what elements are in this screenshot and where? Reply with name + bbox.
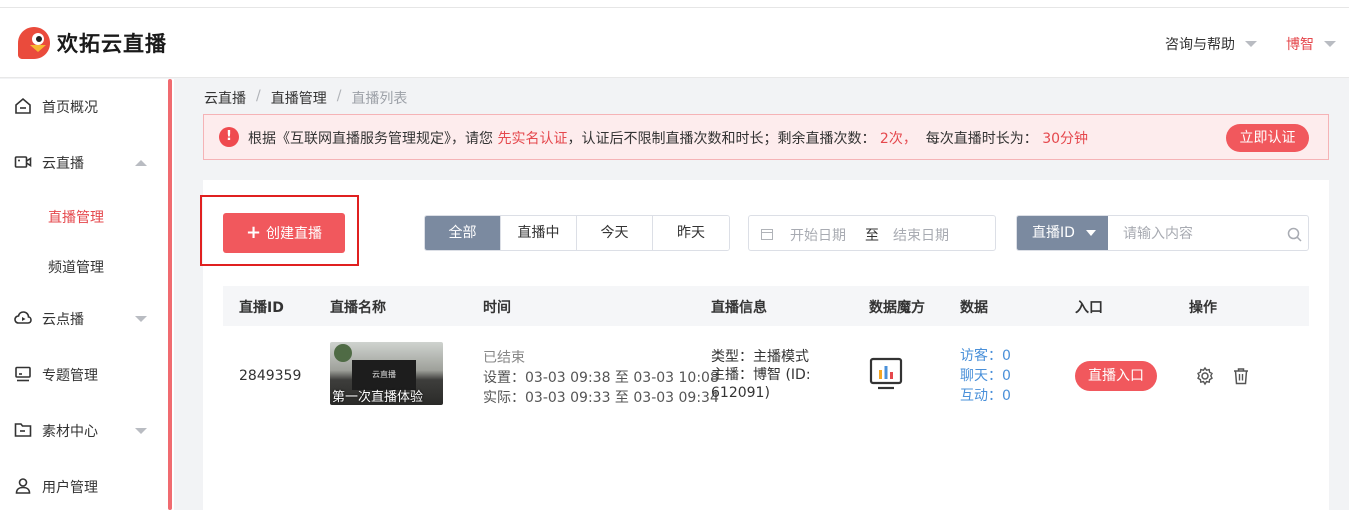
top-strip [0,0,1349,8]
table-row: 2849359 云直播 第一次直播体验 已结束 设置：03-03 09:38 至… [223,326,1309,426]
chats-count[interactable]: 聊天：0 [960,366,1011,386]
sidebar-item-home[interactable]: 首页概况 [0,91,166,121]
sidebar-item-label: 用户管理 [42,480,98,496]
date-range-separator: 至 [865,228,879,244]
column-header: 数据魔方 [869,300,925,316]
create-live-label: 创建直播 [266,226,323,242]
chevron-up-icon [135,160,147,166]
create-live-button[interactable]: + 创建直播 [223,213,345,253]
brand-name: 欢拓云直播 [57,32,167,56]
gear-icon[interactable] [1195,366,1215,386]
column-header: 入口 [1075,300,1103,316]
sidebar: 首页概况 云直播 直播管理 频道管理 云点播 专题管理 素材中心 用户管理 [0,79,166,510]
sidebar-item-label: 首页概况 [42,100,98,116]
remaining-count: 2次， [879,131,917,147]
filter-all[interactable]: 全部 [425,216,501,250]
brand-logo-icon [18,27,50,59]
live-status: 已结束 [483,350,525,366]
caret-down-icon [1086,230,1096,236]
duration-value: 30分钟 [1042,131,1089,147]
actual-time: 实际：03-03 09:33 至 03-03 09:34 [483,390,719,406]
data-cube-icon[interactable] [868,356,904,392]
filter-today[interactable]: 今天 [577,216,653,250]
live-host-id: 612091) [711,385,770,401]
folder-icon [14,423,32,437]
start-date-field[interactable]: 开始日期 [790,225,846,245]
end-date-field[interactable]: 结束日期 [893,225,949,245]
sidebar-subitem-live-manage[interactable]: 直播管理 [48,207,104,227]
column-header: 时间 [483,300,511,316]
search-field-select[interactable]: 直播ID [1017,216,1108,250]
filter-live[interactable]: 直播中 [501,216,577,250]
chevron-down-icon [135,428,147,434]
sidebar-item-materials[interactable]: 素材中心 [0,415,166,445]
user-icon [15,478,31,494]
breadcrumb: 云直播 / 直播管理 / 直播列表 [204,88,408,108]
notice-text: 根据《互联网直播服务管理规定》，请您 先实名认证，认证后不限制直播次数和时长；剩… [248,131,1089,147]
live-id: 2849359 [239,368,302,384]
breadcrumb-item[interactable]: 云直播 [204,88,246,108]
chevron-down-icon [135,316,147,322]
sidebar-item-vod[interactable]: 云点播 [0,303,166,333]
alert-icon: ! [219,127,239,147]
monitor-icon [15,366,31,382]
column-header: 直播信息 [711,300,767,316]
verify-now-button[interactable]: 立即认证 [1226,124,1309,152]
verification-notice: ! 根据《互联网直播服务管理规定》，请您 先实名认证，认证后不限制直播次数和时长… [203,114,1329,160]
live-stats: 访客：0 聊天：0 互动：0 [960,346,1011,406]
logo[interactable]: 欢拓云直播 [16,25,167,61]
date-filter-tabs: 全部 直播中 今天 昨天 [424,215,730,251]
search-icon[interactable] [1287,227,1302,242]
breadcrumb-item[interactable]: 直播管理 [271,88,327,108]
live-name: 第一次直播体验 [332,390,424,405]
sidebar-item-label: 云直播 [42,156,84,172]
chevron-down-icon [1324,41,1336,47]
plus-icon: + [245,222,262,243]
verify-link[interactable]: 先实名认证 [497,131,567,147]
search-input[interactable] [1123,224,1283,242]
live-type: 类型：主播模式 [711,349,809,365]
user-menu[interactable]: 博智 [1286,34,1336,54]
live-thumbnail[interactable]: 云直播 第一次直播体验 [330,342,443,405]
live-host: 主播：博智 (ID: [711,367,811,383]
live-info: 类型：主播模式 主播：博智 (ID: 612091) [711,348,821,402]
sidebar-item-label: 云点播 [42,312,84,328]
header: 欢拓云直播 咨询与帮助 博智 [0,8,1349,78]
live-entry-button[interactable]: 直播入口 [1075,361,1157,391]
sidebar-subitem-channel-manage[interactable]: 频道管理 [48,257,104,277]
calendar-icon [761,229,773,240]
trash-icon[interactable] [1231,366,1251,386]
video-camera-icon [14,156,32,168]
search-field-label: 直播ID [1032,225,1075,241]
search-box: 直播ID [1016,215,1309,251]
sidebar-item-users[interactable]: 用户管理 [0,471,166,501]
scheduled-time: 设置：03-03 09:38 至 03-03 10:08 [483,370,719,386]
sidebar-item-live[interactable]: 云直播 [0,147,166,177]
filter-yesterday[interactable]: 昨天 [653,216,729,250]
date-range-picker[interactable]: 开始日期 至 结束日期 [748,215,996,251]
breadcrumb-current: 直播列表 [351,91,408,107]
column-header: 操作 [1189,300,1217,316]
sidebar-item-label: 素材中心 [42,424,98,440]
column-header: 直播ID [239,300,284,316]
chevron-down-icon [1245,41,1257,47]
sidebar-scrollbar[interactable] [166,79,174,510]
help-label: 咨询与帮助 [1165,37,1235,53]
column-header: 数据 [960,300,988,316]
home-icon [15,97,31,114]
help-menu[interactable]: 咨询与帮助 [1165,34,1257,54]
cloud-play-icon [14,311,32,324]
visitors-count[interactable]: 访客：0 [960,346,1011,366]
column-header: 直播名称 [330,300,386,316]
live-time: 已结束 设置：03-03 09:38 至 03-03 10:08 实际：03-0… [483,348,719,408]
user-name: 博智 [1286,37,1314,53]
table-header: 直播ID 直播名称 时间 直播信息 数据魔方 数据 入口 操作 [223,286,1309,326]
interactions-count[interactable]: 互动：0 [960,386,1011,406]
sidebar-item-topics[interactable]: 专题管理 [0,359,166,389]
sidebar-item-label: 专题管理 [42,368,98,384]
